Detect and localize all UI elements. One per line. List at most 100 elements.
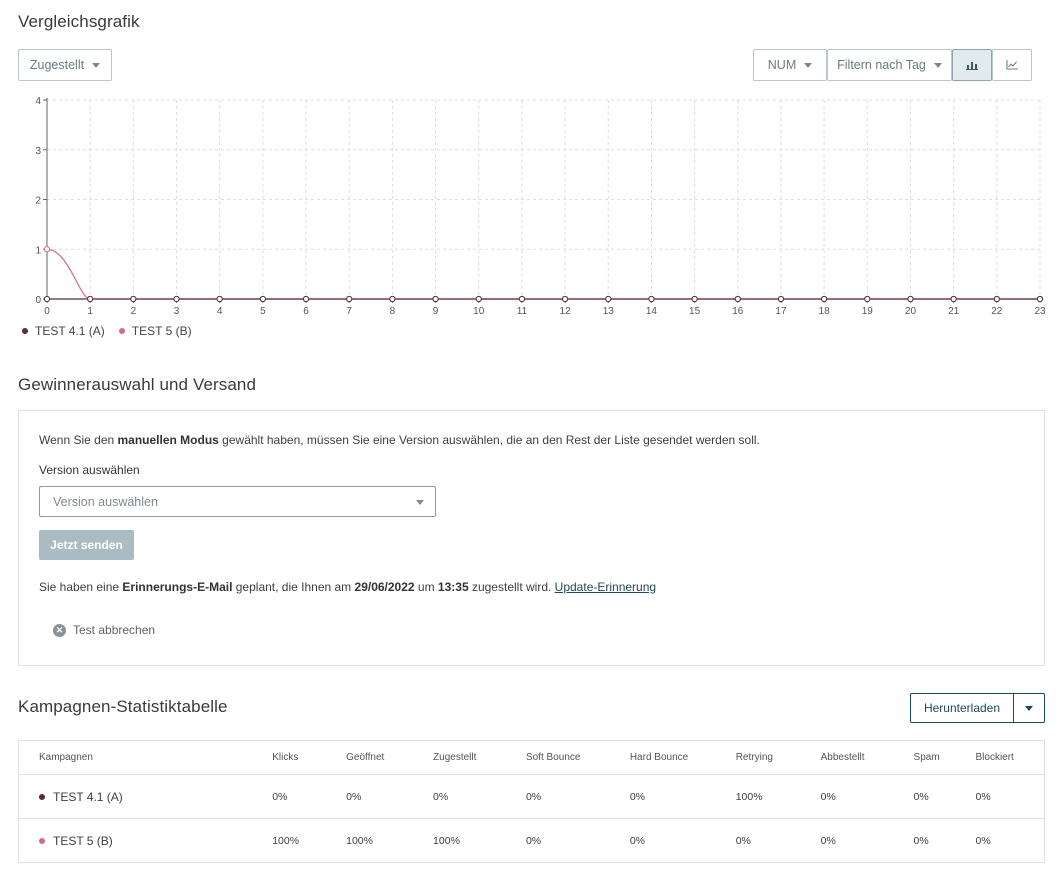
data-point [432, 295, 439, 303]
version-label: Version auswählen [39, 463, 140, 477]
legend-color-dot [118, 328, 125, 334]
table-row: TEST 4.1 (A) 0% 0% 0% 0% 0% 100% 0% 0% 0% [18, 774, 1045, 819]
manual-mode-hint: Wenn Sie den manuellen Modus gewählt hab… [39, 433, 760, 447]
x-tick-label: 3 [174, 306, 180, 317]
reminder-part: geplant, die Ihnen am [232, 580, 355, 594]
x-tick-label: 2 [131, 306, 137, 317]
data-point [216, 295, 223, 303]
column-header: Abbestellt [820, 740, 914, 775]
column-header: Blockiert [975, 740, 1045, 775]
reminder-part: Sie haben eine [39, 580, 123, 594]
hint-text: Wenn Sie den [39, 433, 118, 447]
cancel-test-button[interactable]: ✕ Test abbrechen [53, 623, 155, 637]
data-point [389, 295, 396, 303]
x-tick-label: 19 [862, 306, 874, 317]
download-button[interactable]: Herunterladen [911, 694, 1014, 722]
column-header: Kampagnen [18, 740, 273, 775]
column-header: Zugestellt [433, 740, 526, 775]
y-tick-label: 3 [35, 146, 41, 157]
hint-bold: manuellen Modus [117, 433, 219, 447]
y-tick-label: 0 [35, 295, 41, 306]
x-tick-label: 6 [303, 306, 309, 317]
stat-cell: 100% [346, 818, 434, 863]
x-tick-label: 15 [689, 306, 701, 317]
update-reminder-link[interactable]: Update-Erinnerung [555, 580, 656, 594]
y-tick-label: 1 [35, 245, 41, 256]
data-point [43, 295, 51, 303]
x-tick-label: 0 [44, 306, 50, 317]
data-point [259, 295, 266, 303]
y-tick-label: 2 [35, 196, 41, 207]
x-tick-label: 9 [433, 306, 439, 317]
x-tick-label: 4 [217, 306, 223, 317]
line-chart-icon [1006, 60, 1018, 70]
data-point [43, 246, 51, 253]
column-header: Geöffnet [346, 740, 434, 775]
stat-cell: 0% [272, 774, 347, 819]
x-tick-label: 8 [390, 306, 396, 317]
stat-cell: 0% [820, 818, 914, 863]
reminder-time: 13:35 [437, 580, 469, 594]
chevron-down-icon [416, 500, 424, 505]
table-row: TEST 5 (B) 100% 100% 100% 0% 0% 0% 0% 0% 0% [18, 818, 1045, 863]
stat-cell: 100% [735, 774, 821, 819]
y-tick-label: 4 [35, 96, 41, 107]
num-dropdown[interactable]: NUM [753, 49, 827, 81]
stat-cell: 0% [913, 818, 976, 863]
reminder-part: zugestellt wird. [468, 580, 555, 594]
chevron-down-icon [933, 62, 942, 68]
send-now-button[interactable]: Jetzt senden [39, 530, 134, 560]
num-dropdown-label: NUM [767, 58, 797, 72]
filter-by-day-dropdown[interactable]: Filtern nach Tag [827, 49, 952, 81]
stat-cell: 0% [629, 818, 736, 863]
data-point [821, 295, 828, 303]
table-header-row: Kampagnen Klicks Geöffnet Zugestellt Soft Bo… [18, 740, 1045, 775]
winner-selection-panel: Wenn Sie den manuellen Modus gewählt hab… [18, 410, 1045, 666]
legend-item[interactable]: TEST 5 (B) [118, 324, 192, 338]
campaign-name: TEST 5 (B) [53, 833, 113, 848]
column-header: Hard Bounce [629, 740, 736, 775]
data-point [346, 295, 353, 303]
version-select-placeholder: Version auswählen [53, 494, 158, 509]
data-point [302, 295, 310, 303]
legend-label: TEST 5 (B) [131, 324, 192, 338]
series-color-dot [39, 794, 45, 801]
data-point [475, 295, 482, 303]
x-tick-label: 11 [517, 306, 528, 317]
stat-cell: 0% [629, 774, 736, 819]
data-point [864, 295, 871, 303]
download-options-toggle[interactable] [1014, 694, 1044, 722]
stat-cell: 0% [433, 774, 526, 819]
metric-dropdown-label: Zugestellt [29, 58, 85, 72]
series-color-dot [39, 838, 45, 845]
legend-label: TEST 4.1 (A) [35, 324, 105, 338]
table-body: TEST 4.1 (A) 0% 0% 0% 0% 0% 100% 0% 0% 0% TEST 5 (… [18, 774, 1045, 863]
stat-cell: 0% [975, 818, 1045, 863]
x-tick-label: 21 [948, 306, 960, 317]
x-tick-label: 1 [87, 306, 93, 317]
data-point [561, 295, 569, 303]
line-view-button[interactable] [992, 49, 1032, 81]
column-header: Soft Bounce [525, 740, 630, 775]
stat-cell: 0% [525, 774, 630, 819]
chart-legend: TEST 4.1 (A) TEST 5 (B) [22, 324, 192, 338]
bar-chart-icon [966, 62, 978, 70]
x-tick-label: 20 [905, 306, 917, 317]
data-point [950, 295, 957, 303]
winner-section-title: Gewinnerauswahl und Versand [18, 375, 257, 394]
data-point [1036, 295, 1044, 303]
bar-view-button[interactable] [952, 49, 992, 81]
x-tick-label: 14 [646, 306, 658, 317]
cancel-test-label: Test abbrechen [73, 623, 156, 637]
data-point [648, 295, 655, 303]
legend-item[interactable]: TEST 4.1 (A) [22, 324, 105, 338]
metric-dropdown[interactable]: Zugestellt [18, 49, 112, 81]
data-point [605, 295, 612, 303]
version-select[interactable]: Version auswählen [39, 486, 436, 517]
stat-cell: 0% [346, 774, 434, 819]
reminder-text: Sie haben eine Erinnerungs-E-Mail geplan… [39, 580, 656, 594]
column-header: Klicks [272, 740, 347, 775]
stats-section-title: Kampagnen-Statistiktabelle [18, 697, 228, 716]
close-circle-icon: ✕ [53, 623, 66, 637]
data-point [130, 295, 137, 303]
